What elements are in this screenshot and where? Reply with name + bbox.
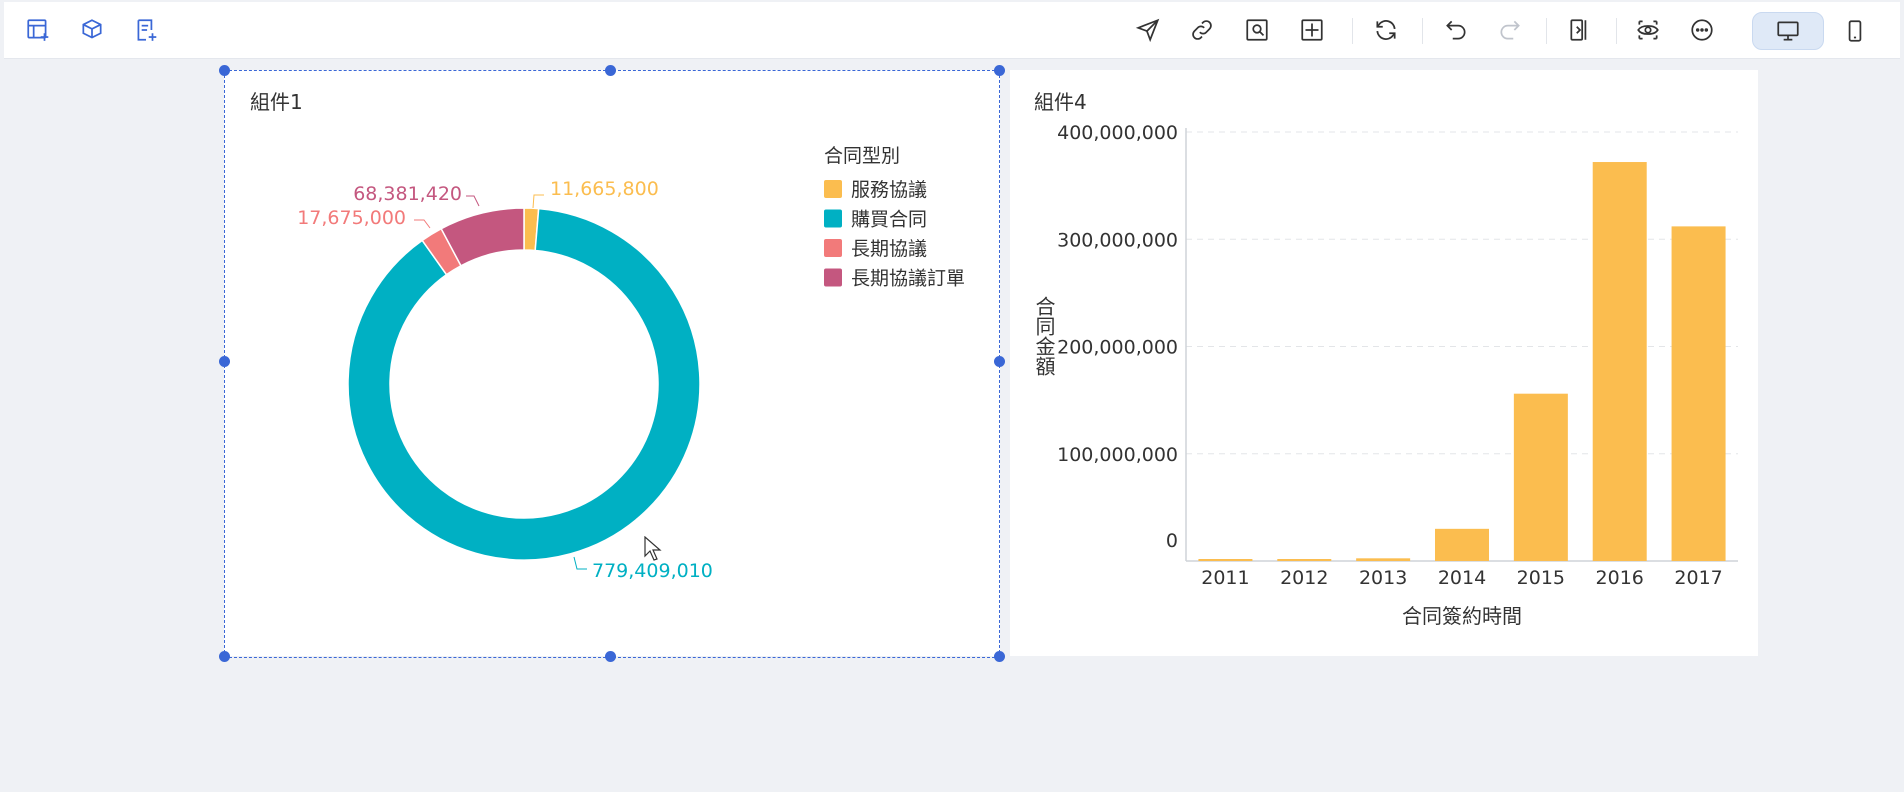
slice-label-leader [466,195,480,207]
widget-1-card[interactable]: 組件1 11,665,800 779,409,010 17,675,000 68,38… [224,70,1000,656]
bar[interactable] [1513,393,1568,561]
bar[interactable] [1356,558,1411,561]
slice-data-label: 68,381,420 [353,183,462,205]
redo-icon [1492,12,1528,48]
mobile-icon[interactable] [1837,13,1873,49]
bar[interactable] [1198,559,1253,561]
preview-icon[interactable] [1630,12,1666,48]
x-tick-label: 2014 [1438,567,1486,589]
legend-swatch[interactable] [824,180,842,198]
legend-title: 合同型別 [824,145,900,167]
resize-handle-top-left[interactable] [219,65,230,76]
bar[interactable] [1435,528,1489,561]
refresh-icon[interactable] [1368,12,1404,48]
x-axis-title: 合同簽約時間 [1402,604,1522,628]
legend-swatch[interactable] [824,239,842,257]
grid-icon[interactable] [1294,12,1330,48]
toolbar-divider [1352,18,1353,44]
y-tick-label: 400,000,000 [1057,122,1178,144]
slice-data-label: 779,409,010 [592,560,713,582]
resize-handle-bottom-right[interactable] [994,651,1005,662]
more-icon[interactable] [1684,12,1720,48]
widget-4-card[interactable]: 組件4 0 100,000,000 200,000,000 300,000,000 40… [1010,70,1758,656]
slice-label-leader [414,219,431,229]
donut-slice[interactable] [347,207,701,561]
undo-icon[interactable] [1438,12,1474,48]
legend-item-label[interactable]: 購買合同 [851,209,927,231]
view-mode-toggle [1747,10,1887,52]
slice-label-leader [573,556,587,570]
toolbar-divider [1546,18,1547,44]
x-tick-label: 2012 [1280,567,1328,589]
add-cube-icon[interactable] [74,12,110,48]
y-tick-label: 300,000,000 [1057,229,1178,251]
legend-item-label[interactable]: 長期協議 [851,238,927,260]
mouse-cursor-icon [644,536,662,561]
resize-handle-right[interactable] [994,356,1005,367]
slice-data-label: 11,665,800 [550,178,659,200]
toolbar-divider [1616,18,1617,44]
y-tick-label: 100,000,000 [1057,444,1178,466]
resize-handle-bottom[interactable] [605,651,616,662]
slice-data-label: 17,675,000 [297,207,406,229]
bar[interactable] [1277,559,1332,561]
toolbar-divider [1422,18,1423,44]
resize-handle-left[interactable] [219,356,230,367]
x-tick-label: 2017 [1674,567,1722,589]
slice-label-leader [532,194,544,209]
add-chart-icon[interactable] [20,12,56,48]
send-icon[interactable] [1130,12,1166,48]
bar[interactable] [1671,226,1726,561]
donut-chart: 11,665,800 779,409,010 17,675,00068,381,42… [297,145,965,582]
resize-handle-top-right[interactable] [994,65,1005,76]
desktop-icon[interactable] [1770,13,1806,49]
bar-chart: 0 100,000,000 200,000,000 300,000,000 400,00… [1032,122,1738,628]
resize-handle-top[interactable] [605,65,616,76]
x-tick-label: 2011 [1201,567,1249,589]
x-tick-label: 2013 [1359,567,1407,589]
y-tick-label: 0 [1166,530,1178,552]
legend-swatch[interactable] [824,268,842,287]
image-search-icon[interactable] [1239,12,1275,48]
y-axis-title: 合同金額 [1032,296,1056,376]
resize-handle-bottom-left[interactable] [219,651,230,662]
top-toolbar [4,2,1900,59]
legend-item-label[interactable]: 長期協議訂單 [851,268,965,290]
legend-swatch[interactable] [824,209,842,228]
x-tick-label: 2016 [1596,567,1644,589]
y-tick-label: 200,000,000 [1057,337,1178,359]
bar[interactable] [1592,162,1647,561]
link-icon[interactable] [1184,12,1220,48]
add-list-icon[interactable] [128,12,164,48]
export-icon[interactable] [1562,12,1598,48]
x-tick-label: 2015 [1517,567,1565,589]
legend-item-label[interactable]: 服務協議 [851,179,927,201]
